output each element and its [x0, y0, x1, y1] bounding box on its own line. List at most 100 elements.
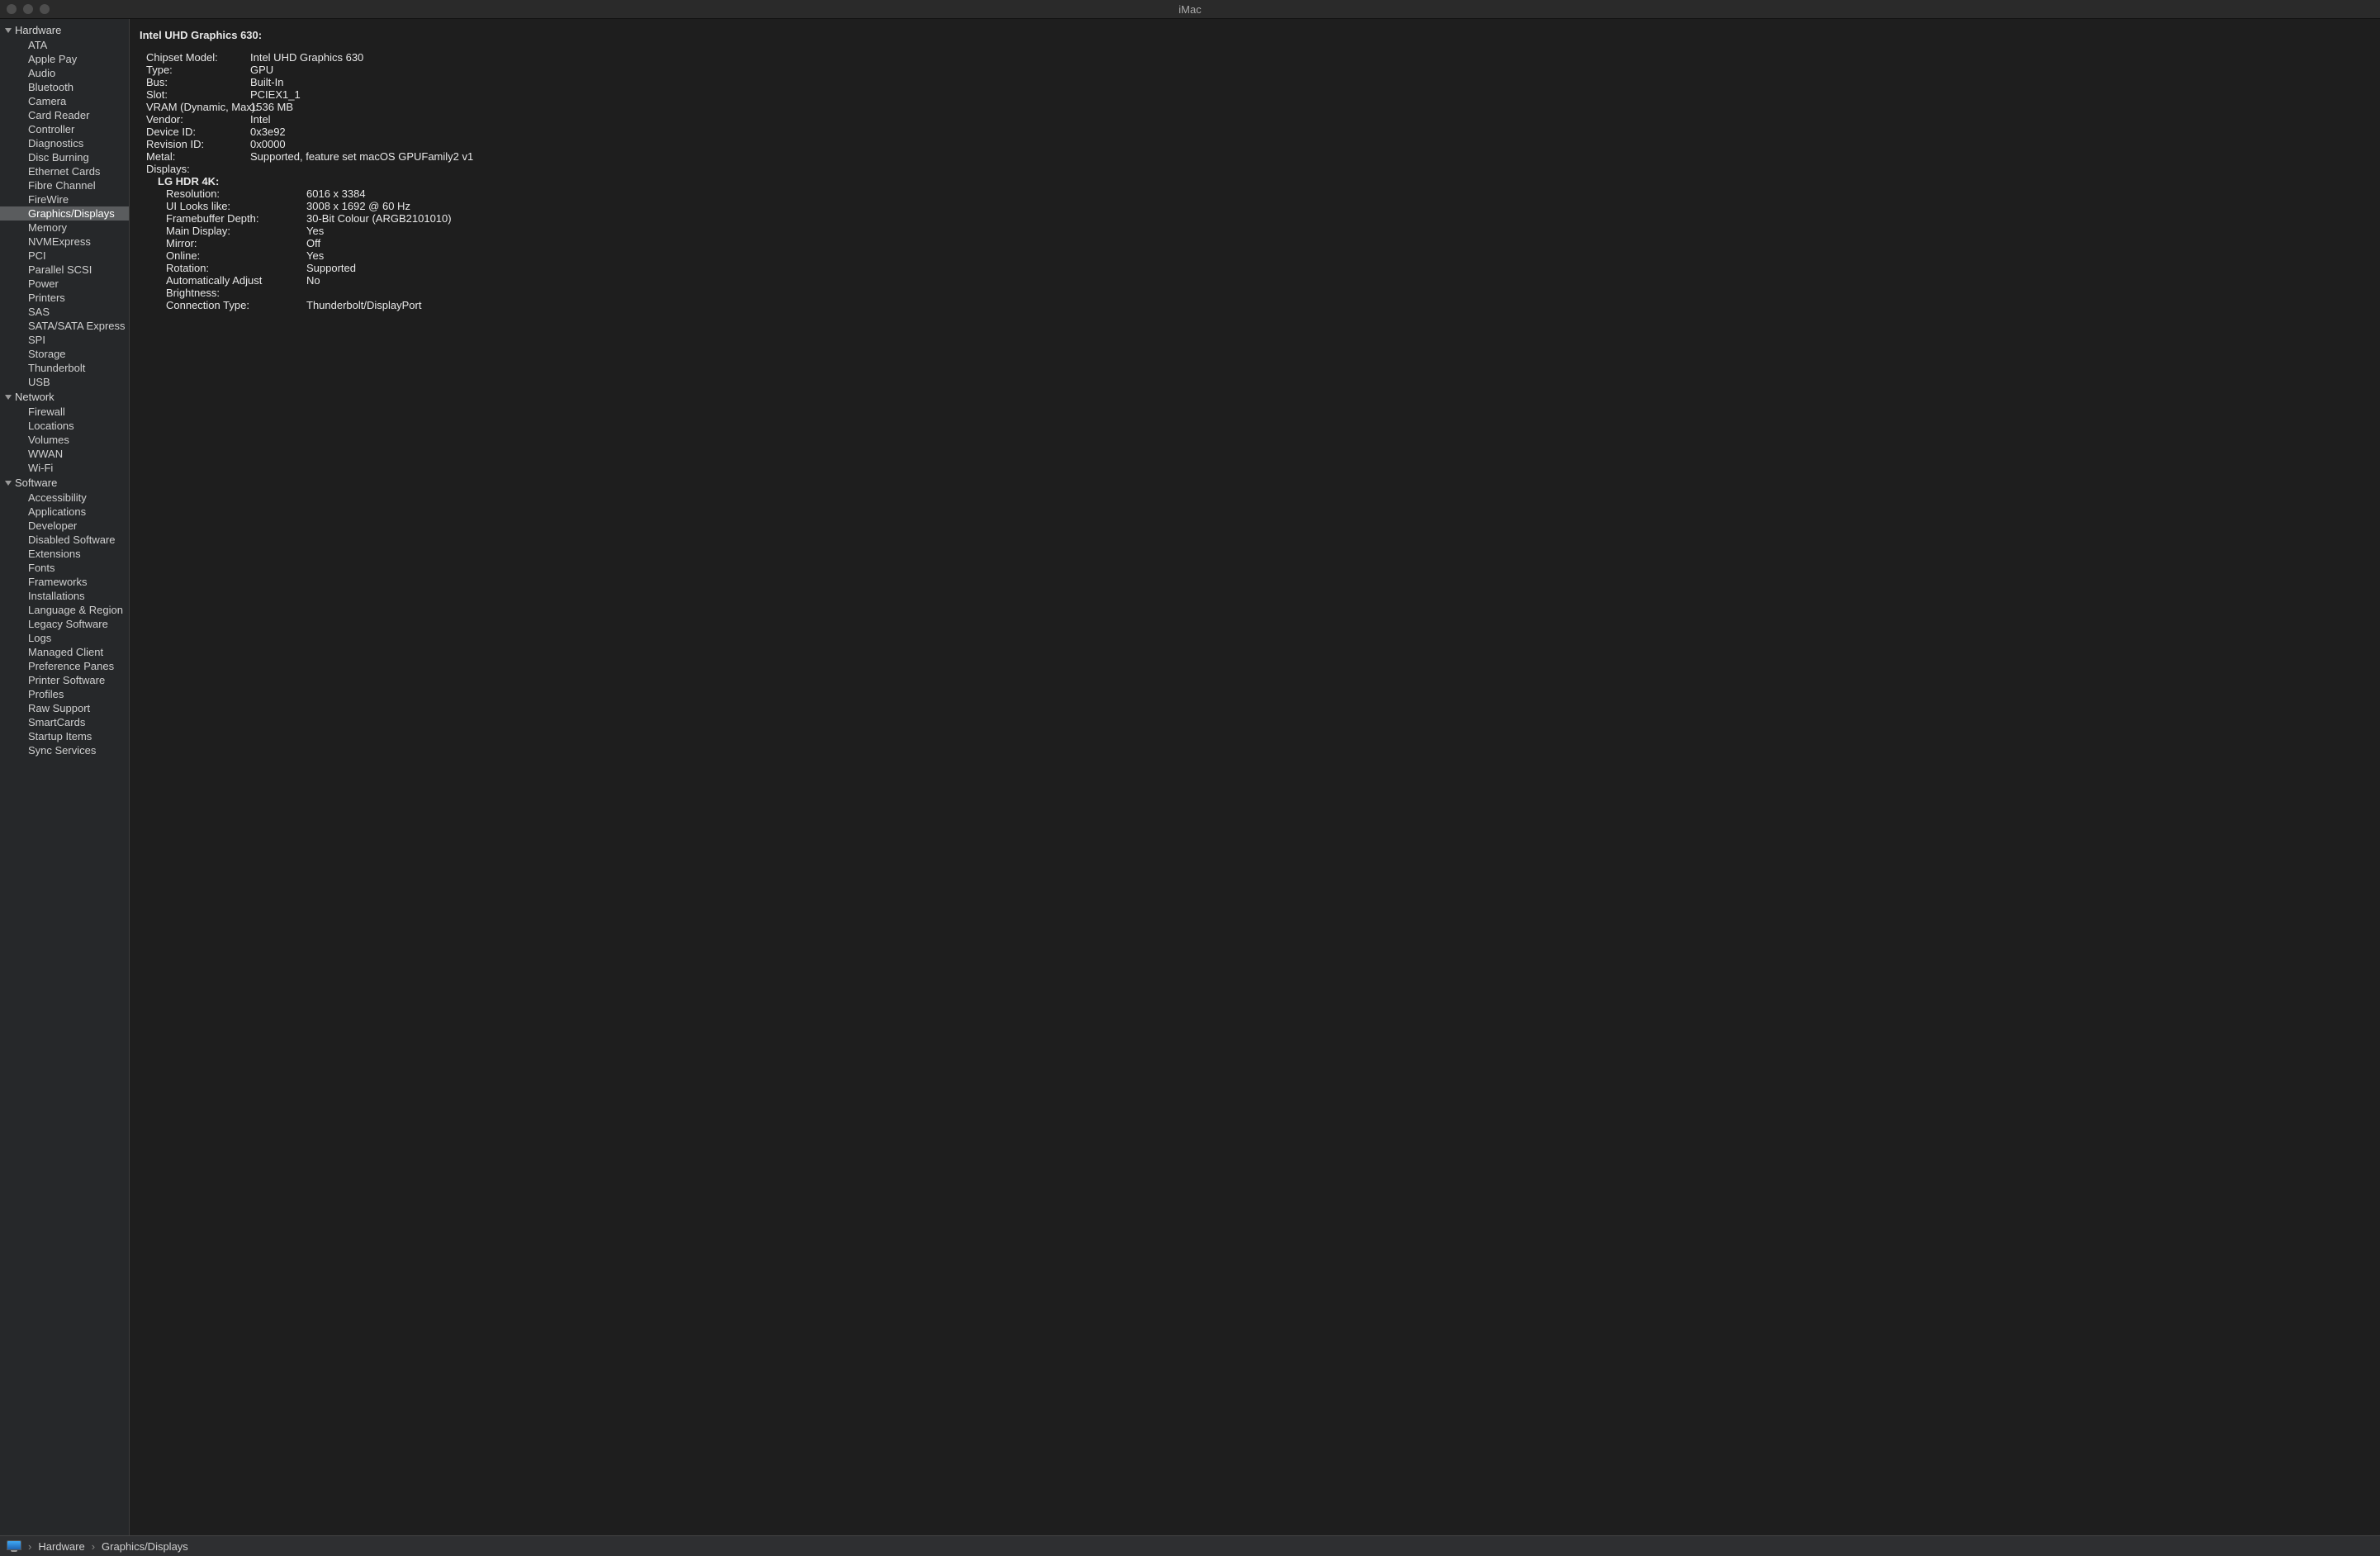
sidebar-item[interactable]: Apple Pay: [0, 52, 129, 66]
property-key: Main Display:: [166, 225, 301, 237]
sidebar-item[interactable]: SmartCards: [0, 715, 129, 729]
sidebar[interactable]: Hardware ATAApple PayAudioBluetoothCamera…: [0, 19, 130, 1535]
sidebar-item[interactable]: ATA: [0, 38, 129, 52]
sidebar-item[interactable]: Firewall: [0, 405, 129, 419]
sidebar-item[interactable]: Fonts: [0, 561, 129, 575]
property-key: Revision ID:: [146, 138, 245, 150]
sidebar-item[interactable]: Extensions: [0, 547, 129, 561]
sidebar-item[interactable]: Accessibility: [0, 491, 129, 505]
sidebar-item[interactable]: Volumes: [0, 433, 129, 447]
sidebar-item[interactable]: Logs: [0, 631, 129, 645]
disclosure-triangle-icon[interactable]: [5, 28, 12, 33]
sidebar-item[interactable]: SAS: [0, 305, 129, 319]
property-value: 6016 x 3384: [306, 187, 2370, 200]
window-controls: [7, 4, 50, 14]
property-value: Intel UHD Graphics 630: [250, 51, 2370, 64]
window-body: Hardware ATAApple PayAudioBluetoothCamera…: [0, 19, 2380, 1535]
property-key: Online:: [166, 249, 301, 262]
property-key: Slot:: [146, 88, 245, 101]
sidebar-item[interactable]: Storage: [0, 347, 129, 361]
close-icon[interactable]: [7, 4, 17, 14]
sidebar-section-label: Software: [15, 477, 57, 489]
displays-label: Displays:: [146, 163, 2370, 175]
gpu-title: Intel UHD Graphics 630:: [140, 29, 2370, 41]
sidebar-section-label: Hardware: [15, 24, 61, 36]
property-key: VRAM (Dynamic, Max):: [146, 101, 245, 113]
sidebar-item[interactable]: Card Reader: [0, 108, 129, 122]
chevron-right-icon: ›: [28, 1540, 31, 1553]
breadcrumb-item[interactable]: Graphics/Displays: [102, 1540, 188, 1553]
sidebar-item[interactable]: Printer Software: [0, 673, 129, 687]
breadcrumb-item[interactable]: Hardware: [38, 1540, 84, 1553]
sidebar-item[interactable]: Disabled Software: [0, 533, 129, 547]
property-value: 30-Bit Colour (ARGB2101010): [306, 212, 2370, 225]
sidebar-item[interactable]: Sync Services: [0, 743, 129, 757]
sidebar-item[interactable]: Graphics/Displays: [0, 206, 129, 221]
property-value: Thunderbolt/DisplayPort: [306, 299, 2370, 311]
sidebar-item[interactable]: USB: [0, 375, 129, 389]
sidebar-item[interactable]: Profiles: [0, 687, 129, 701]
imac-icon[interactable]: [7, 1540, 21, 1552]
disclosure-triangle-icon[interactable]: [5, 481, 12, 486]
sidebar-item[interactable]: Startup Items: [0, 729, 129, 743]
sidebar-item[interactable]: Installations: [0, 589, 129, 603]
gpu-properties: Chipset Model:Intel UHD Graphics 630Type…: [146, 51, 2370, 163]
sidebar-item[interactable]: Bluetooth: [0, 80, 129, 94]
sidebar-item[interactable]: Raw Support: [0, 701, 129, 715]
property-value: 3008 x 1692 @ 60 Hz: [306, 200, 2370, 212]
sidebar-item[interactable]: Camera: [0, 94, 129, 108]
property-key: Device ID:: [146, 126, 245, 138]
sidebar-item[interactable]: PCI: [0, 249, 129, 263]
sidebar-item[interactable]: Fibre Channel: [0, 178, 129, 192]
sidebar-item[interactable]: Printers: [0, 291, 129, 305]
sidebar-item[interactable]: Thunderbolt: [0, 361, 129, 375]
sidebar-section-label: Network: [15, 391, 55, 403]
property-key: Vendor:: [146, 113, 245, 126]
breadcrumb-bar: › Hardware › Graphics/Displays: [0, 1535, 2380, 1556]
sidebar-item[interactable]: SPI: [0, 333, 129, 347]
property-value: Built-In: [250, 76, 2370, 88]
sidebar-item[interactable]: Legacy Software: [0, 617, 129, 631]
disclosure-triangle-icon[interactable]: [5, 395, 12, 400]
property-key: Framebuffer Depth:: [166, 212, 301, 225]
sidebar-item[interactable]: Frameworks: [0, 575, 129, 589]
sidebar-item[interactable]: Ethernet Cards: [0, 164, 129, 178]
sidebar-item[interactable]: Audio: [0, 66, 129, 80]
property-key: UI Looks like:: [166, 200, 301, 212]
sidebar-item[interactable]: Preference Panes: [0, 659, 129, 673]
property-key: Mirror:: [166, 237, 301, 249]
sidebar-item[interactable]: Applications: [0, 505, 129, 519]
sidebar-item[interactable]: FireWire: [0, 192, 129, 206]
sidebar-item[interactable]: SATA/SATA Express: [0, 319, 129, 333]
sidebar-item[interactable]: Controller: [0, 122, 129, 136]
property-key: Chipset Model:: [146, 51, 245, 64]
property-value: Supported, feature set macOS GPUFamily2 …: [250, 150, 2370, 163]
sidebar-section-header[interactable]: Software: [0, 475, 129, 491]
titlebar[interactable]: iMac: [0, 0, 2380, 19]
zoom-icon[interactable]: [40, 4, 50, 14]
sidebar-item[interactable]: Language & Region: [0, 603, 129, 617]
property-value: Yes: [306, 249, 2370, 262]
display-properties: Resolution:6016 x 3384UI Looks like:3008…: [166, 187, 2370, 311]
sidebar-item[interactable]: Wi-Fi: [0, 461, 129, 475]
property-value: Yes: [306, 225, 2370, 237]
sidebar-item[interactable]: Memory: [0, 221, 129, 235]
sidebar-item[interactable]: Parallel SCSI: [0, 263, 129, 277]
sidebar-item[interactable]: Disc Burning: [0, 150, 129, 164]
property-key: Rotation:: [166, 262, 301, 274]
sidebar-item[interactable]: WWAN: [0, 447, 129, 461]
sidebar-item[interactable]: NVMExpress: [0, 235, 129, 249]
sidebar-item[interactable]: Developer: [0, 519, 129, 533]
minimize-icon[interactable]: [23, 4, 33, 14]
property-value: PCIEX1_1: [250, 88, 2370, 101]
window-title: iMac: [0, 3, 2380, 16]
sidebar-section-header[interactable]: Network: [0, 389, 129, 405]
display-name: LG HDR 4K:: [158, 175, 2370, 187]
sidebar-section-header[interactable]: Hardware: [0, 22, 129, 38]
property-value: 1536 MB: [250, 101, 2370, 113]
sidebar-item[interactable]: Power: [0, 277, 129, 291]
sidebar-item[interactable]: Diagnostics: [0, 136, 129, 150]
sidebar-item[interactable]: Locations: [0, 419, 129, 433]
sidebar-item[interactable]: Managed Client: [0, 645, 129, 659]
property-value: Off: [306, 237, 2370, 249]
